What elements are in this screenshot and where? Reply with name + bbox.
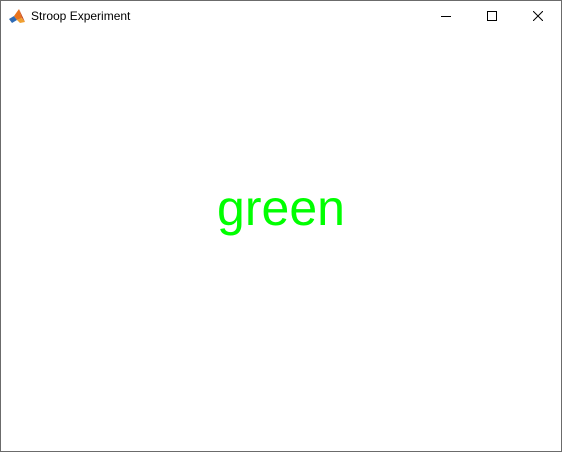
stimulus-word: green	[217, 180, 345, 236]
maximize-button[interactable]	[469, 1, 515, 31]
matlab-icon	[9, 8, 25, 24]
stroop-window: Stroop Experiment green	[0, 0, 562, 452]
window-title: Stroop Experiment	[31, 9, 131, 23]
close-icon	[533, 11, 543, 21]
figure-canvas: green	[1, 31, 561, 451]
minimize-icon	[441, 11, 451, 21]
minimize-button[interactable]	[423, 1, 469, 31]
title-bar[interactable]: Stroop Experiment	[1, 1, 561, 31]
close-button[interactable]	[515, 1, 561, 31]
maximize-icon	[487, 11, 497, 21]
